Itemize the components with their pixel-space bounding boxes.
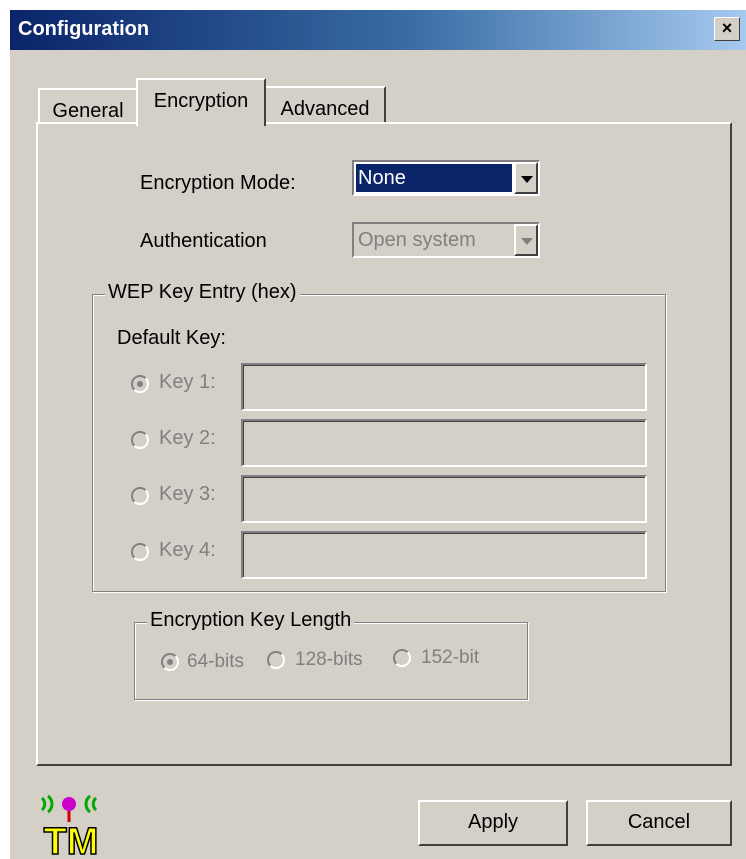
tm-logo-icon: TM — [40, 794, 99, 858]
chevron-down-icon — [521, 176, 533, 183]
authentication-dropdown-button[interactable] — [514, 224, 538, 256]
title-bar[interactable]: Configuration × — [10, 10, 746, 50]
wep-key-entry-legend: WEP Key Entry (hex) — [105, 281, 300, 304]
tab-encryption[interactable]: Encryption — [136, 78, 266, 126]
key-2-field[interactable] — [241, 419, 647, 467]
encryption-mode-label: Encryption Mode: — [140, 172, 296, 194]
key-4-radio[interactable] — [131, 543, 149, 561]
key-length-128-label: 128-bits — [295, 649, 363, 670]
key-3-label: Key 3: — [159, 483, 216, 505]
key-length-64-label: 64-bits — [187, 651, 245, 672]
key-1-label: Key 1: — [159, 371, 216, 393]
apply-button[interactable]: Apply — [418, 800, 568, 846]
authentication-select[interactable]: Open system — [352, 222, 540, 258]
tab-advanced-label: Advanced — [280, 98, 370, 120]
encryption-mode-value: None — [356, 164, 512, 192]
close-button[interactable]: × — [714, 17, 740, 41]
key-length-legend: Encryption Key Length — [147, 609, 355, 632]
authentication-label: Authentication — [140, 230, 267, 252]
tab-advanced[interactable]: Advanced — [266, 86, 386, 124]
encryption-key-length-group: Encryption Key Length 64-bits 128-bits 1… — [134, 609, 528, 700]
key-2-label: Key 2: — [159, 427, 216, 449]
key-2-radio[interactable] — [131, 431, 149, 449]
radio-selected-dot — [167, 659, 173, 665]
default-key-label: Default Key: — [117, 327, 226, 349]
window-title: Configuration — [18, 18, 150, 40]
key-length-128-radio[interactable] — [267, 651, 285, 669]
encryption-mode-select[interactable]: None — [352, 160, 540, 196]
key-3-field[interactable] — [241, 475, 647, 523]
radio-selected-dot — [137, 381, 143, 387]
key-length-152-label: 152-bit — [421, 647, 480, 668]
key-1-field[interactable] — [241, 363, 647, 411]
tab-general[interactable]: General — [38, 88, 136, 124]
key-4-label: Key 4: — [159, 539, 216, 561]
key-length-152-radio[interactable] — [393, 649, 411, 667]
key-1-radio[interactable] — [131, 375, 149, 393]
authentication-value: Open system — [358, 229, 476, 251]
key-length-64-radio[interactable] — [161, 653, 179, 671]
cancel-button[interactable]: Cancel — [586, 800, 732, 846]
encryption-mode-dropdown-button[interactable] — [514, 162, 538, 194]
key-4-field[interactable] — [241, 531, 647, 579]
logo-text: TM — [44, 821, 99, 858]
chevron-down-icon — [521, 238, 533, 245]
wep-key-entry-group: WEP Key Entry (hex) Default Key: Key 1: … — [92, 281, 666, 592]
tab-encryption-label: Encryption — [153, 90, 249, 112]
configuration-dialog: Configuration × General Encryption Advan… — [10, 10, 746, 859]
tab-general-label: General — [52, 100, 124, 122]
key-3-radio[interactable] — [131, 487, 149, 505]
encryption-panel: Encryption Mode: None Authentication Ope… — [36, 122, 732, 766]
